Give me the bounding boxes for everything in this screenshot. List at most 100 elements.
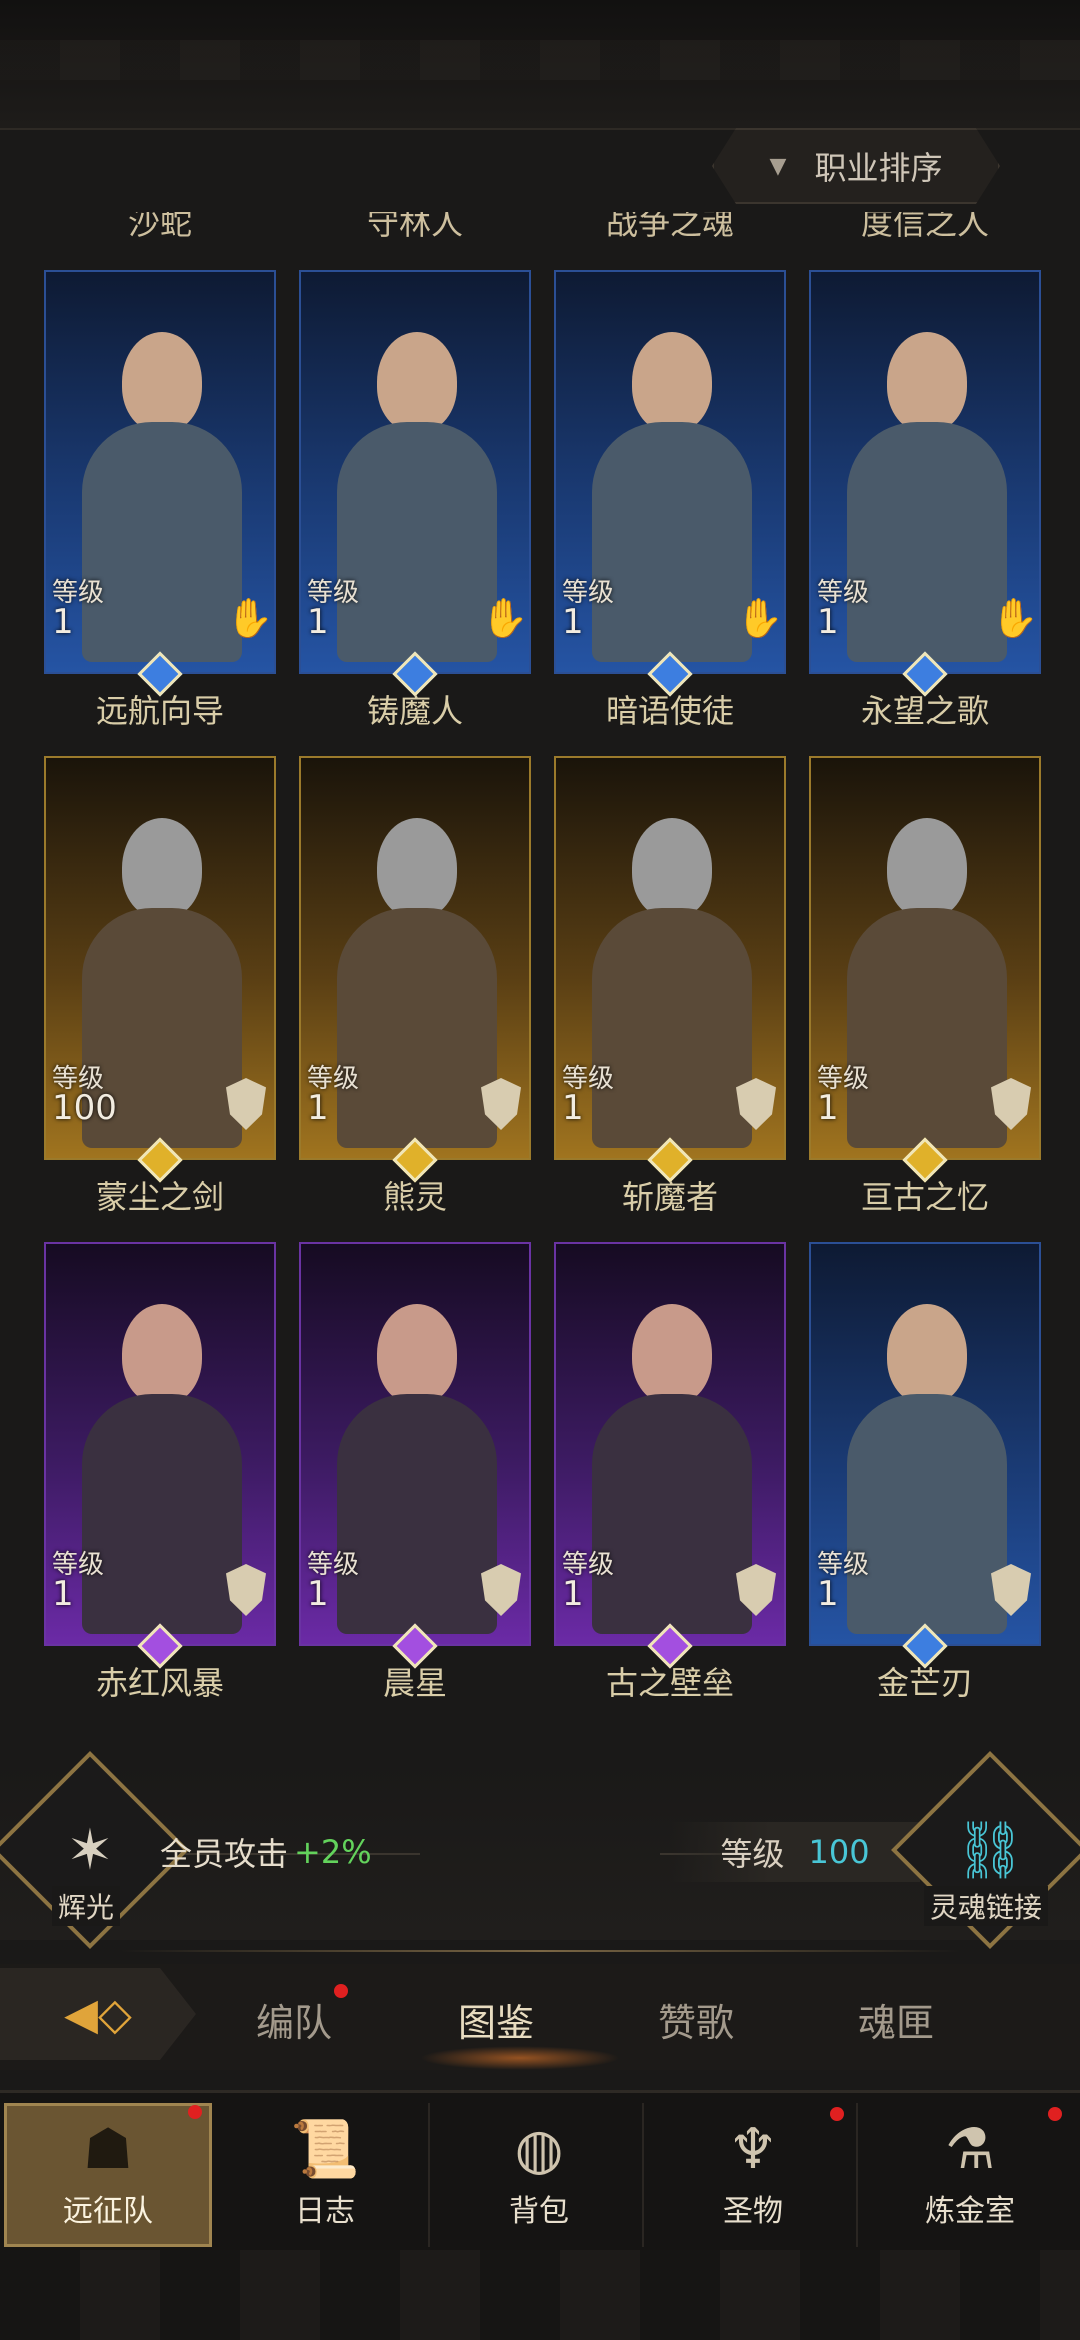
hero-figure xyxy=(337,818,497,1148)
hero-card[interactable]: 等级 1 古之壁垒 xyxy=(554,1242,786,1702)
hero-figure xyxy=(847,332,1007,662)
notification-badge xyxy=(830,2107,844,2121)
hero-head xyxy=(887,332,967,432)
hero-figure xyxy=(847,818,1007,1148)
hero-portrait: 等级 1 xyxy=(809,1242,1041,1646)
hero-level-value: 1 xyxy=(52,602,74,642)
hero-card[interactable]: 等级 1 晨星 xyxy=(299,1242,531,1702)
dropdown-arrow-icon: ▼ xyxy=(769,153,787,179)
hero-portrait: 等级 1 ✋ xyxy=(554,270,786,674)
hero-portrait: 等级 1 xyxy=(299,756,531,1160)
scroll-icon: 📜 xyxy=(290,2117,360,2182)
partial-hero-name: 战争之魂 xyxy=(605,212,734,242)
hero-portrait: 等级 100 xyxy=(44,756,276,1160)
hero-portrait: 等级 1 xyxy=(554,756,786,1160)
hero-name: 远航向导 xyxy=(95,692,224,730)
back-button[interactable]: ◀◇ xyxy=(0,1968,196,2060)
hero-figure xyxy=(337,1304,497,1634)
hero-level-value: 1 xyxy=(307,1088,329,1128)
hero-name: 赤红风暴 xyxy=(95,1664,224,1702)
hero-name: 永望之歌 xyxy=(860,692,989,730)
nav-alchemy[interactable]: ⚗ 炼金室 xyxy=(866,2103,1074,2247)
team-attack-value: +2% xyxy=(294,1833,372,1871)
hero-body xyxy=(337,422,497,662)
hero-name: 古之壁垒 xyxy=(605,1664,734,1702)
tab-codex[interactable]: 图鉴 xyxy=(426,1992,566,2047)
nav-expedition-label: 远征队 xyxy=(63,2194,153,2229)
hero-level-value: 1 xyxy=(562,602,584,642)
hero-card[interactable]: 等级 1 金芒刃 xyxy=(809,1242,1041,1702)
hero-head xyxy=(122,818,202,918)
nav-relics-label: 圣物 xyxy=(723,2194,783,2229)
partial-hero-name: 守林人 xyxy=(366,212,463,242)
tab-hymns[interactable]: 赞歌 xyxy=(626,1992,766,2047)
hero-portrait: 等级 1 ✋ xyxy=(299,270,531,674)
hero-card[interactable]: 等级 1 亘古之忆 xyxy=(809,756,1041,1216)
hero-level-value: 1 xyxy=(562,1574,584,1614)
hero-card[interactable]: 等级 1 斩魔者 xyxy=(554,756,786,1216)
notification-badge xyxy=(188,2105,202,2119)
hero-portrait: 等级 1 ✋ xyxy=(44,270,276,674)
hand-icon: ✋ xyxy=(991,596,1039,640)
hero-head xyxy=(122,1304,202,1404)
hero-portrait: 等级 1 xyxy=(44,1242,276,1646)
alchemy-icon: ⚗ xyxy=(944,2117,996,2182)
hero-name: 金芒刃 xyxy=(876,1664,973,1702)
hero-body xyxy=(592,422,752,662)
top-ornament xyxy=(0,40,1080,80)
section-divider xyxy=(120,1950,960,1952)
hero-body xyxy=(847,1394,1007,1634)
hero-figure xyxy=(592,1304,752,1634)
hero-name: 暗语使徒 xyxy=(605,692,734,730)
soul-link-label: 灵魂链接 xyxy=(924,1886,1049,1926)
active-tab-glow xyxy=(420,2046,620,2070)
hero-head xyxy=(632,1304,712,1404)
notification-badge xyxy=(334,1984,348,1998)
hero-portrait: 等级 1 xyxy=(299,1242,531,1646)
hero-head xyxy=(377,818,457,918)
soul-link-level: 等级 100 xyxy=(670,1822,920,1882)
chalice-icon: ♆ xyxy=(727,2117,779,2182)
partial-hero-name: 度信之人 xyxy=(860,212,989,242)
hero-level-value: 1 xyxy=(52,1574,74,1614)
hero-level-value: 1 xyxy=(817,1088,839,1128)
hero-body xyxy=(337,1394,497,1634)
hero-body xyxy=(592,1394,752,1634)
hero-name: 亘古之忆 xyxy=(860,1178,989,1216)
soul-link-level-label: 等级 xyxy=(720,1835,785,1873)
hero-level-value: 1 xyxy=(562,1088,584,1128)
hero-body xyxy=(592,908,752,1148)
sort-by-class-button[interactable]: ▼ 职业排序 xyxy=(712,128,1000,204)
nav-backpack[interactable]: ◍ 背包 xyxy=(436,2103,644,2247)
hero-card[interactable]: 等级 1 ✋ 远航向导 xyxy=(44,270,276,730)
hero-card[interactable]: 等级 100 蒙尘之剑 xyxy=(44,756,276,1216)
hero-card[interactable]: 等级 1 熊灵 xyxy=(299,756,531,1216)
hero-body xyxy=(847,422,1007,662)
tab-formation[interactable]: 编队 xyxy=(224,1992,364,2047)
hero-level-value: 1 xyxy=(307,1574,329,1614)
hero-figure xyxy=(82,1304,242,1634)
hero-level-value: 100 xyxy=(52,1088,117,1128)
hero-level-value: 1 xyxy=(307,602,329,642)
nav-relics[interactable]: ♆ 圣物 xyxy=(650,2103,858,2247)
hero-card[interactable]: 等级 1 赤红风暴 xyxy=(44,1242,276,1702)
hero-body xyxy=(847,908,1007,1148)
hero-card[interactable]: 等级 1 ✋ 铸魔人 xyxy=(299,270,531,730)
hand-icon: ✋ xyxy=(226,596,274,640)
nav-journal[interactable]: 📜 日志 xyxy=(222,2103,430,2247)
notification-badge xyxy=(1048,2107,1062,2121)
hero-level-value: 1 xyxy=(817,602,839,642)
bottom-frame xyxy=(0,2250,1080,2340)
hero-figure xyxy=(592,332,752,662)
tab-soul-box[interactable]: 魂匣 xyxy=(826,1992,966,2047)
nav-expedition[interactable]: ☗ 远征队 xyxy=(4,2103,212,2247)
nav-alchemy-label: 炼金室 xyxy=(925,2194,1015,2229)
hero-card[interactable]: 等级 1 ✋ 暗语使徒 xyxy=(554,270,786,730)
hand-icon: ✋ xyxy=(736,596,784,640)
soul-link-level-value: 100 xyxy=(808,1833,870,1871)
hero-head xyxy=(632,818,712,918)
hero-figure xyxy=(847,1304,1007,1634)
hero-body xyxy=(337,908,497,1148)
hero-card[interactable]: 等级 1 ✋ 永望之歌 xyxy=(809,270,1041,730)
arrow-left-icon: ◀◇ xyxy=(64,1988,132,2040)
